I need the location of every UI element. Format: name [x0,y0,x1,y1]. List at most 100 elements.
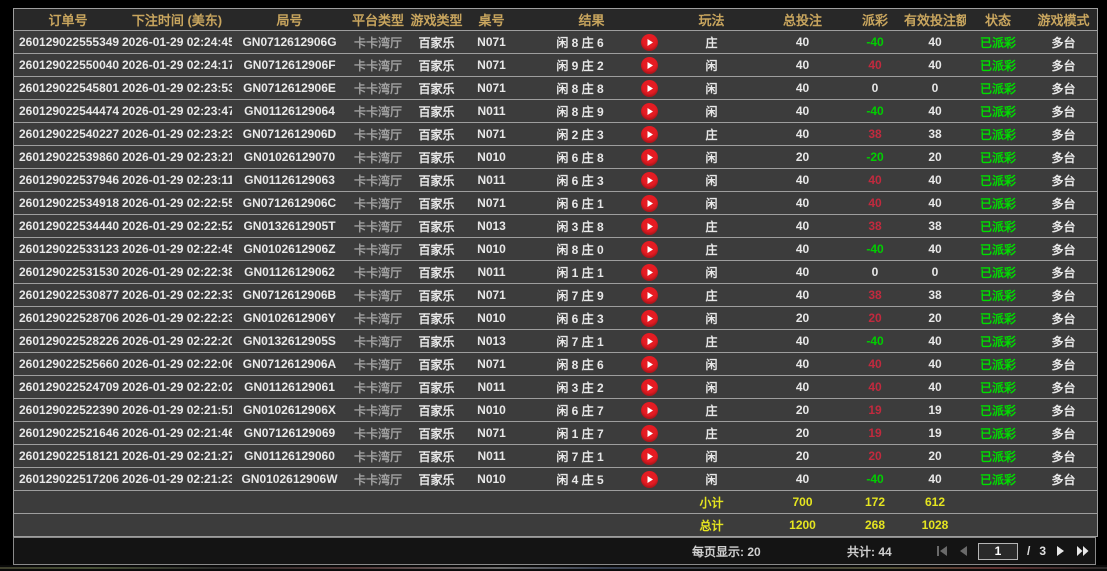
cell-status: 已派彩 [966,310,1030,327]
cell-valid-bet: 20 [904,311,966,325]
cell-table-no: N071 [464,35,519,49]
cell-total-bet: 40 [759,196,846,210]
cell-game-type: 百家乐 [409,103,464,120]
cell-bet-type: 庄 [664,34,759,51]
cell-round-id: GN0712612906A [232,357,347,371]
last-page-icon[interactable] [1076,545,1089,557]
play-icon[interactable] [641,195,658,212]
cell-platform: 卡卡湾厅 [347,287,409,304]
cell-status: 已派彩 [966,264,1030,281]
play-icon[interactable] [641,448,658,465]
cell-bet-time: 2026-01-29 02:22:06 [122,357,232,371]
cell-valid-bet: 0 [904,265,966,279]
cell-valid-bet: 40 [904,357,966,371]
cell-round-id: GN0712612906G [232,35,347,49]
cell-bet-type: 闲 [664,172,759,189]
table-row: 260129022524709 2026-01-29 02:22:02 GN01… [14,376,1097,399]
cell-result: 闲 1 庄 1 [519,264,664,281]
cell-table-no: N010 [464,150,519,164]
play-icon[interactable] [641,126,658,143]
cell-table-no: N071 [464,196,519,210]
cell-result: 闲 6 庄 3 [519,172,664,189]
page-number-input[interactable] [978,543,1018,560]
cell-result: 闲 6 庄 8 [519,149,664,166]
cell-total-bet: 40 [759,104,846,118]
play-icon[interactable] [641,310,658,327]
cell-order-id: 260129022533123 [14,242,122,256]
next-page-icon[interactable] [1055,545,1067,557]
cell-result: 闲 1 庄 7 [519,425,664,442]
result-text: 闲 6 庄 7 [519,402,641,419]
table-row: 260129022534440 2026-01-29 02:22:52 GN01… [14,215,1097,238]
table-row: 260129022555349 2026-01-29 02:24:45 GN07… [14,31,1097,54]
table-row: 260129022521646 2026-01-29 02:21:46 GN07… [14,422,1097,445]
cell-bet-type: 闲 [664,149,759,166]
cell-result: 闲 7 庄 1 [519,448,664,465]
cell-status: 已派彩 [966,356,1030,373]
cell-total-bet: 20 [759,426,846,440]
cell-bet-type: 庄 [664,402,759,419]
first-page-icon[interactable] [936,545,948,557]
play-icon[interactable] [641,333,658,350]
play-icon[interactable] [641,264,658,281]
play-icon[interactable] [641,103,658,120]
play-icon[interactable] [641,287,658,304]
cell-valid-bet: 40 [904,58,966,72]
cell-bet-time: 2026-01-29 02:22:45 [122,242,232,256]
per-page-value: 20 [747,545,760,559]
cell-table-no: N071 [464,288,519,302]
cell-bet-type: 闲 [664,471,759,488]
play-icon[interactable] [641,471,658,488]
cell-result: 闲 3 庄 2 [519,379,664,396]
cell-platform: 卡卡湾厅 [347,448,409,465]
cell-order-id: 260129022517206 [14,472,122,486]
cell-bet-type: 闲 [664,103,759,120]
cell-payout: 20 [846,449,904,463]
cell-result: 闲 6 庄 7 [519,402,664,419]
play-icon[interactable] [641,425,658,442]
cell-round-id: GN0712612906C [232,196,347,210]
cell-game-type: 百家乐 [409,425,464,442]
cell-status: 已派彩 [966,126,1030,143]
cell-payout: -40 [846,472,904,486]
cell-order-id: 260129022545801 [14,81,122,95]
cell-valid-bet: 40 [904,380,966,394]
play-icon[interactable] [641,356,658,373]
cell-order-id: 260129022534918 [14,196,122,210]
result-text: 闲 6 庄 1 [519,195,641,212]
cell-platform: 卡卡湾厅 [347,218,409,235]
cell-game-mode: 多台 [1030,333,1097,350]
cell-game-mode: 多台 [1030,149,1097,166]
prev-page-icon[interactable] [957,545,969,557]
cell-table-no: N010 [464,403,519,417]
play-icon[interactable] [641,241,658,258]
cell-game-mode: 多台 [1030,356,1097,373]
cell-order-id: 260129022540227 [14,127,122,141]
col-header-result: 结果 [519,10,664,29]
cell-result: 闲 3 庄 8 [519,218,664,235]
play-icon[interactable] [641,402,658,419]
play-icon[interactable] [641,80,658,97]
play-icon[interactable] [641,218,658,235]
play-icon[interactable] [641,172,658,189]
cell-result: 闲 8 庄 6 [519,356,664,373]
result-text: 闲 9 庄 2 [519,57,641,74]
cell-table-no: N071 [464,357,519,371]
cell-game-type: 百家乐 [409,241,464,258]
cell-game-type: 百家乐 [409,57,464,74]
table-row: 260129022528226 2026-01-29 02:22:20 GN01… [14,330,1097,353]
play-icon[interactable] [641,57,658,74]
total-count-label: 共计: [847,545,875,559]
play-icon[interactable] [641,34,658,51]
cell-payout: -40 [846,334,904,348]
cell-table-no: N071 [464,426,519,440]
cell-platform: 卡卡湾厅 [347,333,409,350]
cell-bet-time: 2026-01-29 02:22:55 [122,196,232,210]
cell-status: 已派彩 [966,241,1030,258]
cell-game-type: 百家乐 [409,264,464,281]
cell-game-mode: 多台 [1030,57,1097,74]
play-icon[interactable] [641,379,658,396]
play-icon[interactable] [641,149,658,166]
cell-valid-bet: 20 [904,150,966,164]
per-page-label: 每页显示: [692,545,744,559]
